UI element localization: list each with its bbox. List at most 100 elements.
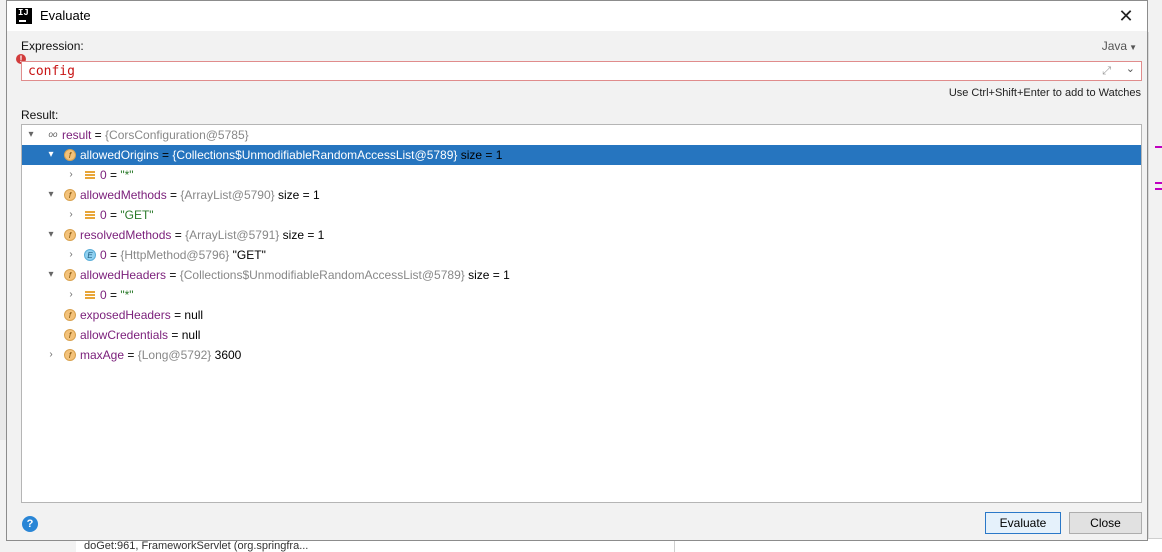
field-value: "*" — [120, 168, 134, 182]
expanded-arrow-icon[interactable]: ▾ — [46, 265, 56, 285]
object-type: {Collections$UnmodifiableRandomAccessLis… — [179, 268, 465, 282]
tree-row-text: allowedMethods = {ArrayList@5790} size =… — [80, 185, 320, 205]
tree-row-text: result = {CorsConfiguration@5785} — [62, 125, 249, 145]
tree-row-text: allowCredentials = null — [80, 325, 200, 345]
expression-text: config — [28, 64, 75, 79]
collapsed-arrow-icon[interactable]: › — [66, 165, 76, 185]
expression-label: Expression: — [21, 39, 84, 53]
title-bar: IJ Evaluate ✕ — [7, 1, 1147, 31]
caret-down-icon: ▼ — [1129, 43, 1137, 52]
background-marker — [1155, 146, 1162, 148]
field-icon: f — [64, 329, 76, 341]
close-window-button[interactable]: ✕ — [1113, 4, 1139, 28]
help-button[interactable]: ? — [22, 516, 38, 532]
tree-row[interactable]: ▾ f allowedOrigins = {Collections$Unmodifi… — [22, 145, 1141, 165]
tree-row[interactable]: › 0 = "*" — [22, 165, 1141, 185]
tree-row-text: allowedOrigins = {Collections$Unmodifiab… — [80, 145, 502, 165]
equals-sign: = — [106, 168, 121, 182]
history-dropdown-icon[interactable]: ⌄ — [1126, 62, 1135, 75]
tree-row-text: 0 = "*" — [100, 285, 134, 305]
field-name: resolvedMethods — [80, 228, 172, 242]
object-type: {CorsConfiguration@5785} — [105, 128, 249, 142]
tree-row[interactable]: f exposedHeaders = null — [22, 305, 1141, 325]
field-value: "*" — [120, 288, 134, 302]
evaluate-button[interactable]: Evaluate — [985, 512, 1061, 534]
result-tree[interactable]: ▾ oo result = {CorsConfiguration@5785} ▾ f al… — [21, 124, 1142, 503]
tree-row[interactable]: ▾ f allowedMethods = {ArrayList@5790} size… — [22, 185, 1141, 205]
tree-row[interactable]: › E 0 = {HttpMethod@5796} "GET" — [22, 245, 1141, 265]
equals-sign: = — [168, 328, 182, 342]
field-name: 0 — [100, 288, 107, 302]
expanded-arrow-icon[interactable]: ▾ — [26, 125, 36, 145]
object-type: {ArrayList@5791} — [185, 228, 280, 242]
evaluate-button-label: Evaluate — [999, 516, 1047, 530]
watches-hint: Use Ctrl+Shift+Enter to add to Watches — [948, 87, 1141, 99]
equals-sign: = — [166, 188, 181, 202]
expanded-arrow-icon[interactable]: ▾ — [46, 185, 56, 205]
tree-row[interactable]: › 0 = "GET" — [22, 205, 1141, 225]
object-type: {HttpMethod@5796} — [120, 248, 230, 262]
size-info: size = 1 — [457, 148, 503, 162]
tree-row-text: 0 = {HttpMethod@5796} "GET" — [100, 245, 266, 265]
tree-row[interactable]: ▾ oo result = {CorsConfiguration@5785} — [22, 125, 1141, 145]
enum-icon: E — [84, 249, 96, 261]
expression-input[interactable]: config ⤢ ⌄ — [21, 61, 1142, 81]
field-icon: f — [64, 149, 76, 161]
field-name: allowedHeaders — [80, 268, 167, 282]
field-name: 0 — [100, 168, 107, 182]
close-button[interactable]: Close — [1069, 512, 1142, 534]
tree-row[interactable]: › 0 = "*" — [22, 285, 1141, 305]
result-label: Result: — [21, 108, 59, 122]
tree-row-text: maxAge = {Long@5792} 3600 — [80, 345, 241, 365]
tree-row-text: exposedHeaders = null — [80, 305, 203, 325]
field-icon: f — [64, 229, 76, 241]
field-icon: f — [64, 269, 76, 281]
tree-row[interactable]: › f maxAge = {Long@5792} 3600 — [22, 345, 1141, 365]
field-name: maxAge — [80, 348, 125, 362]
field-value: null — [184, 308, 204, 322]
object-type: {ArrayList@5790} — [180, 188, 275, 202]
collapsed-arrow-icon[interactable]: › — [66, 285, 76, 305]
background-frame-text: doGet:961, FrameworkServlet (org.springf… — [84, 540, 309, 552]
field-icon: f — [64, 349, 76, 361]
language-selector[interactable]: Java ▼ — [1102, 39, 1137, 53]
expanded-arrow-icon[interactable]: ▾ — [46, 145, 56, 165]
list-element-icon — [84, 169, 96, 181]
object-type: {Collections$UnmodifiableRandomAccessLis… — [172, 148, 458, 162]
collapsed-arrow-icon[interactable]: › — [66, 205, 76, 225]
language-label: Java — [1101, 39, 1128, 53]
equals-sign: = — [124, 348, 138, 362]
tree-row[interactable]: f allowCredentials = null — [22, 325, 1141, 345]
list-element-icon — [84, 209, 96, 221]
expand-editor-icon[interactable]: ⤢ — [1102, 65, 1111, 78]
collapsed-arrow-icon[interactable]: › — [46, 345, 56, 365]
tree-row[interactable]: ▾ f resolvedMethods = {ArrayList@5791} siz… — [22, 225, 1141, 245]
window-title: Evaluate — [40, 8, 91, 23]
evaluate-dialog: IJ Evaluate ✕ Expression: Java ▼ ! config… — [6, 0, 1148, 541]
field-name: 0 — [100, 208, 107, 222]
background-ide-edge — [1148, 32, 1162, 551]
collapsed-arrow-icon[interactable]: › — [66, 245, 76, 265]
field-value: "GET" — [229, 248, 266, 262]
tree-row[interactable]: ▾ f allowedHeaders = {Collections$Unmodifi… — [22, 265, 1141, 285]
size-info: size = 1 — [279, 228, 325, 242]
intellij-app-icon: IJ — [16, 8, 32, 24]
equals-sign: = — [106, 248, 121, 262]
equals-sign: = — [166, 268, 180, 282]
equals-sign: = — [170, 308, 185, 322]
equals-sign: = — [158, 148, 173, 162]
field-value: "GET" — [120, 208, 154, 222]
close-button-label: Close — [1090, 516, 1121, 530]
equals-sign: = — [171, 228, 186, 242]
background-marker — [1155, 188, 1162, 190]
field-name: allowCredentials — [80, 328, 169, 342]
object-type: {Long@5792} — [137, 348, 212, 362]
equals-sign: = — [106, 288, 121, 302]
field-name: allowedMethods — [80, 188, 167, 202]
field-icon: f — [64, 189, 76, 201]
tree-row-text: 0 = "GET" — [100, 205, 154, 225]
field-value: 3600 — [211, 348, 242, 362]
field-icon: f — [64, 309, 76, 321]
expanded-arrow-icon[interactable]: ▾ — [46, 225, 56, 245]
field-name: result — [62, 128, 92, 142]
